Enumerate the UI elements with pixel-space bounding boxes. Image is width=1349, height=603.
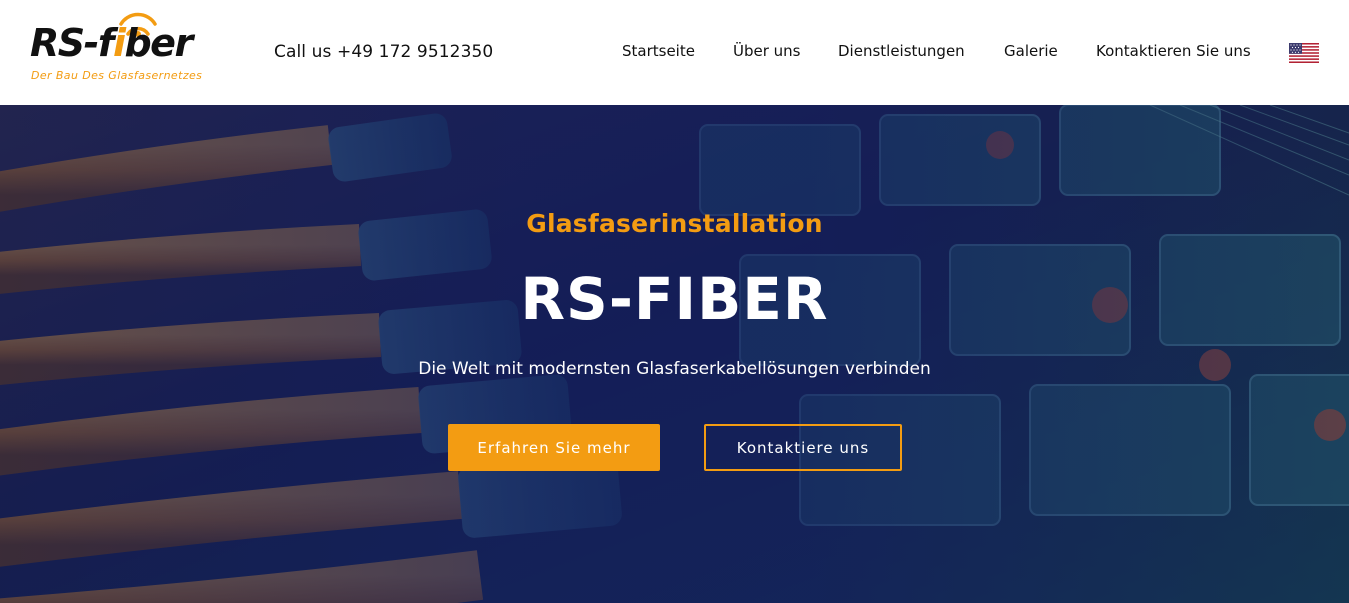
hero-section: Glasfaserinstallation RS-FIBER Die Welt …	[0, 105, 1349, 603]
learn-more-button[interactable]: Erfahren Sie mehr	[448, 424, 660, 471]
contact-us-button[interactable]: Kontaktiere uns	[704, 424, 902, 471]
hero-kicker: Glasfaserinstallation	[526, 209, 823, 238]
nav-item-galerie[interactable]: Galerie	[1004, 42, 1058, 60]
hero-content: Glasfaserinstallation RS-FIBER Die Welt …	[0, 105, 1349, 603]
main-navigation: Startseite Über uns Dienstleistungen Gal…	[0, 42, 1349, 64]
logo-tagline: Der Bau Des Glasfasernetzes	[31, 69, 203, 82]
hero-title: RS-FIBER	[520, 265, 829, 333]
site-header: RS-fiber Der Bau Des Glasfasernetzes Cal…	[0, 0, 1349, 105]
nav-item-ueber-uns[interactable]: Über uns	[733, 42, 801, 60]
nav-item-startseite[interactable]: Startseite	[622, 42, 695, 60]
hero-subtitle: Die Welt mit modernsten Glasfaserkabellö…	[418, 359, 931, 379]
nav-item-kontaktieren-sie-uns[interactable]: Kontaktieren Sie uns	[1096, 42, 1251, 60]
nav-item-dienstleistungen[interactable]: Dienstleistungen	[838, 42, 965, 60]
us-flag-icon[interactable]	[1289, 43, 1319, 63]
